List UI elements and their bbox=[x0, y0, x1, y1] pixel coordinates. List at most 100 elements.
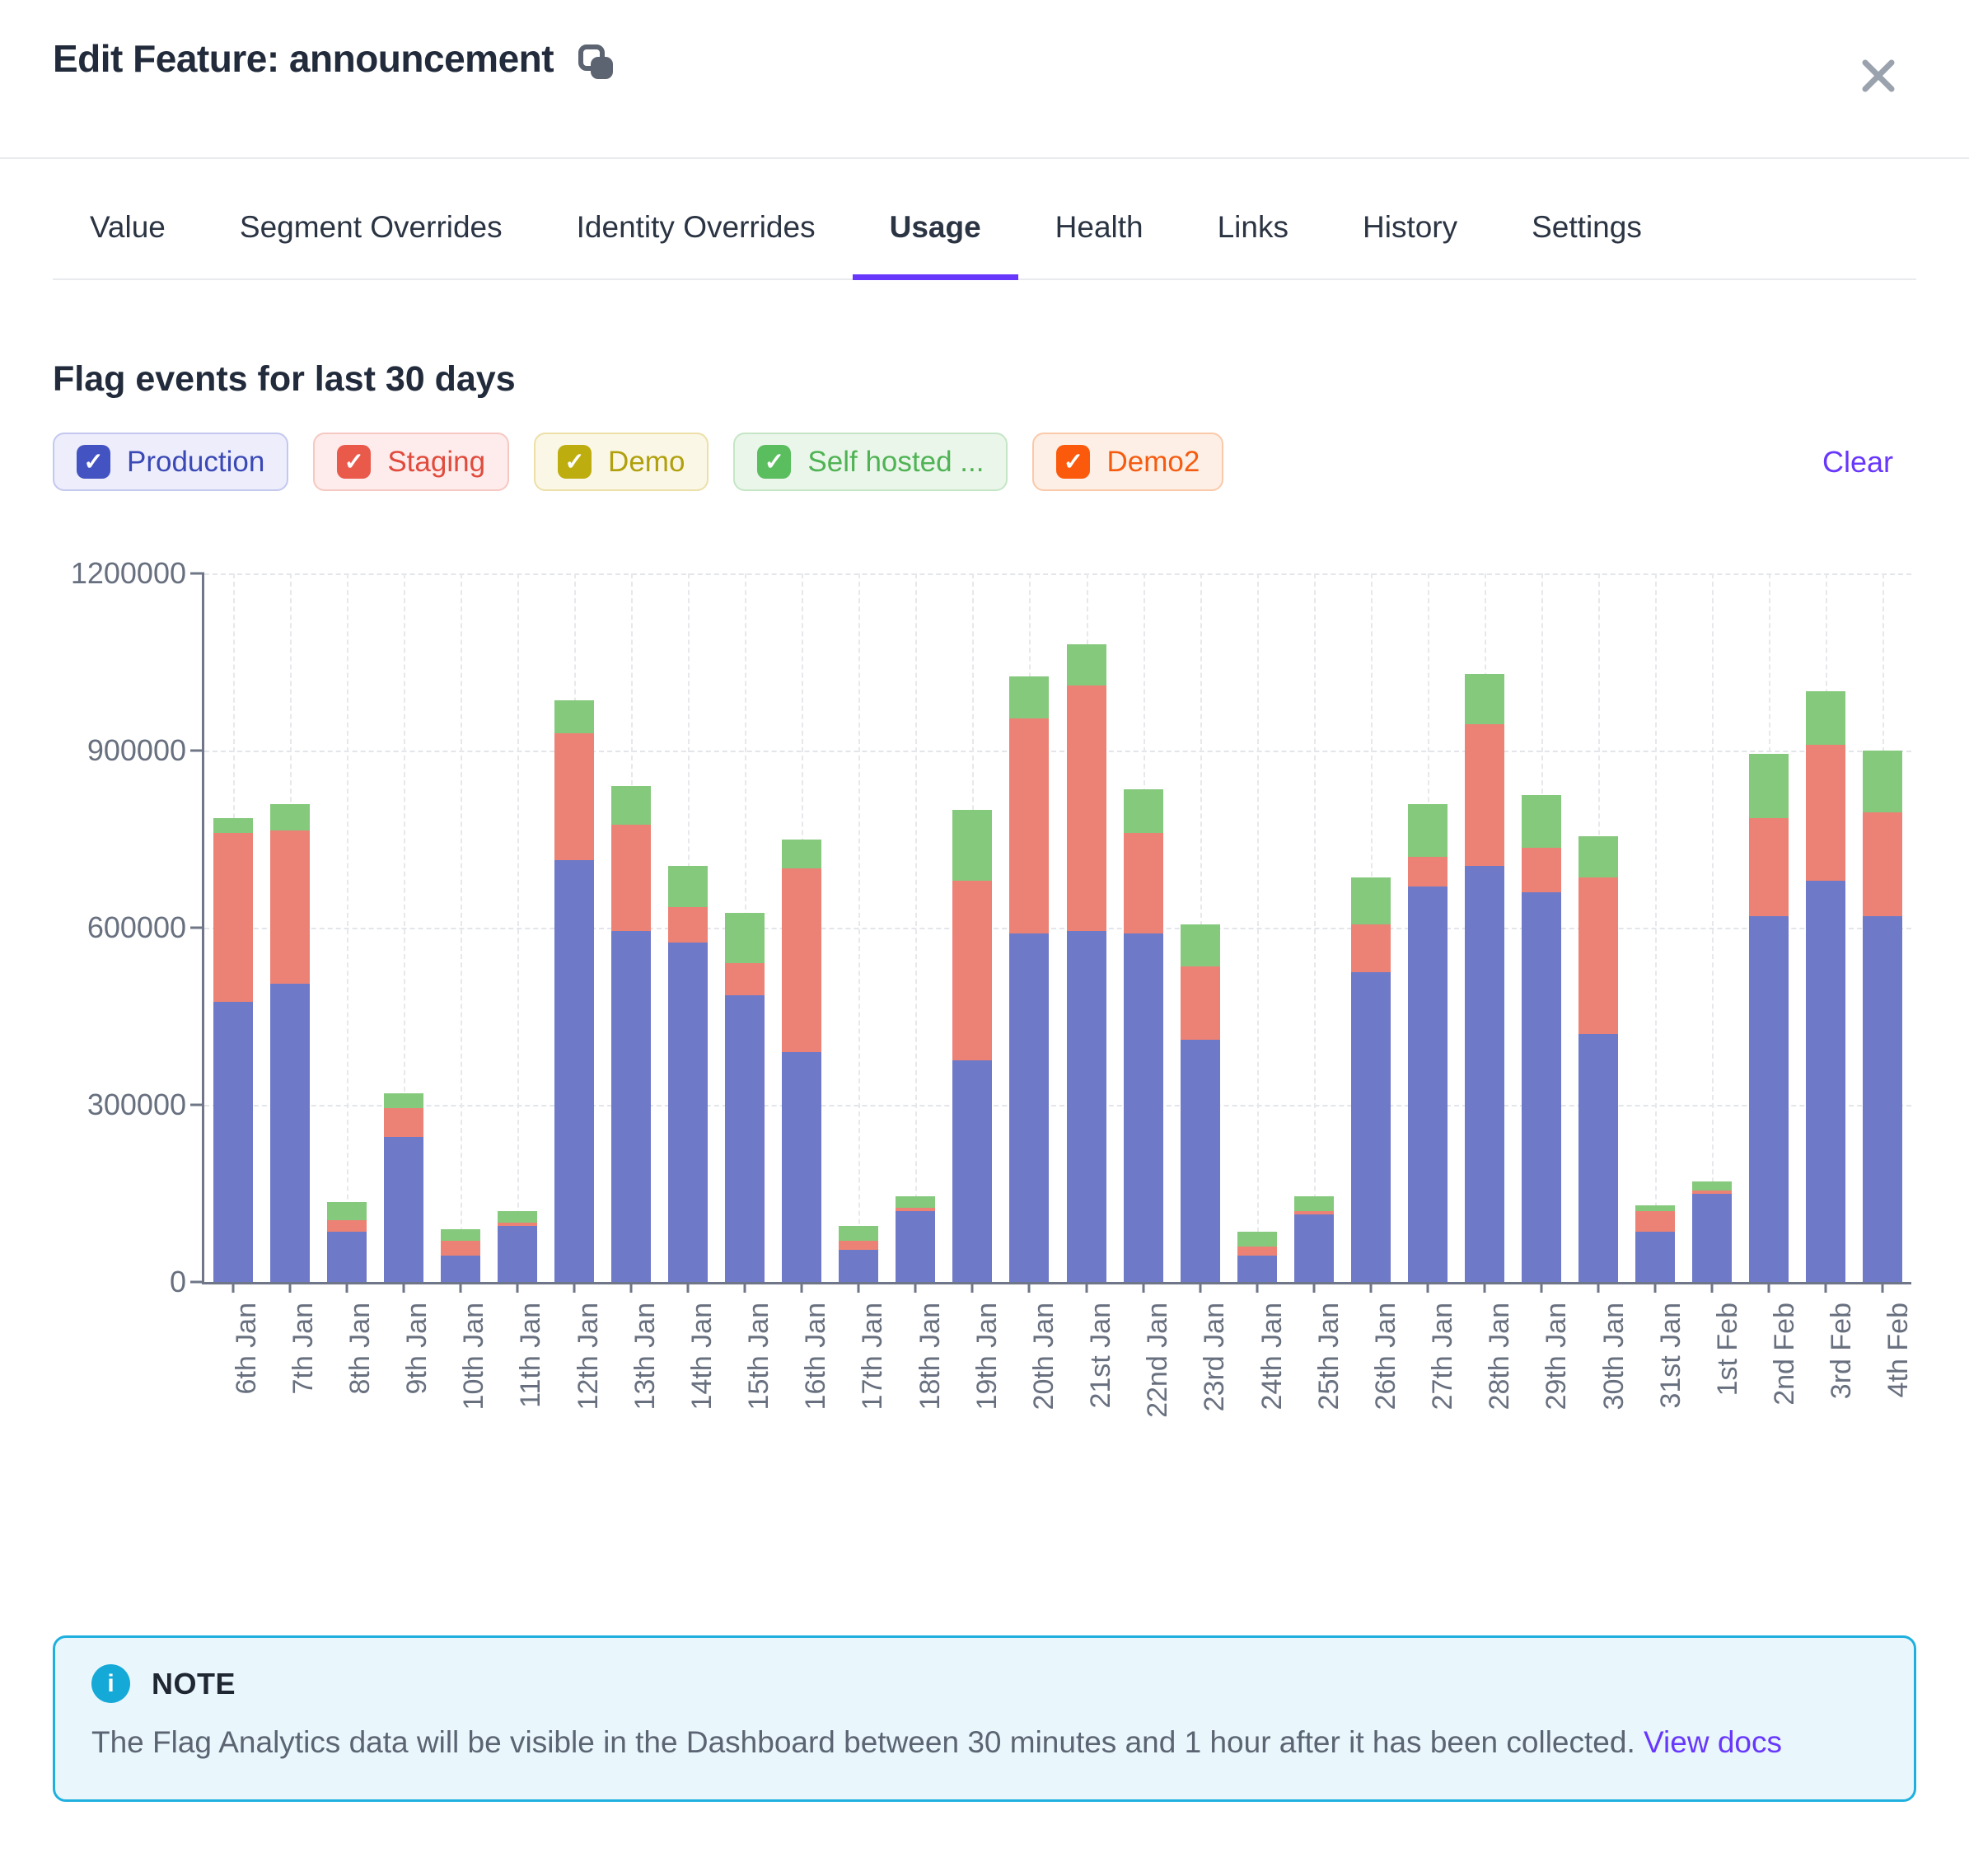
bar-segment-self-hosted[interactable] bbox=[668, 866, 708, 907]
stacked-bar[interactable] bbox=[611, 573, 651, 1282]
stacked-bar[interactable] bbox=[554, 573, 594, 1282]
filter-chip-staging[interactable]: ✓Staging bbox=[313, 433, 509, 491]
bar-segment-production[interactable] bbox=[1465, 866, 1504, 1282]
stacked-bar[interactable] bbox=[839, 573, 878, 1282]
bar-segment-self-hosted[interactable] bbox=[1237, 1232, 1277, 1247]
bar-segment-staging[interactable] bbox=[725, 963, 765, 995]
bar-segment-production[interactable] bbox=[952, 1060, 992, 1282]
bar-segment-staging[interactable] bbox=[441, 1241, 480, 1256]
tab-value[interactable]: Value bbox=[53, 159, 203, 280]
stacked-bar[interactable] bbox=[1522, 573, 1561, 1282]
stacked-bar[interactable] bbox=[668, 573, 708, 1282]
bar-segment-self-hosted[interactable] bbox=[1578, 836, 1618, 877]
stacked-bar[interactable] bbox=[1067, 573, 1106, 1282]
bar-segment-production[interactable] bbox=[1863, 916, 1902, 1282]
bar-segment-production[interactable] bbox=[1067, 931, 1106, 1282]
bar-segment-production[interactable] bbox=[213, 1002, 253, 1282]
copy-icon[interactable] bbox=[577, 43, 616, 82]
bar-segment-staging[interactable] bbox=[1749, 818, 1789, 915]
stacked-bar[interactable] bbox=[1181, 573, 1220, 1282]
bar-segment-self-hosted[interactable] bbox=[1635, 1205, 1675, 1211]
stacked-bar[interactable] bbox=[498, 573, 537, 1282]
bar-segment-self-hosted[interactable] bbox=[1465, 674, 1504, 724]
stacked-bar[interactable] bbox=[1294, 573, 1334, 1282]
bar-segment-production[interactable] bbox=[1522, 892, 1561, 1282]
tab-health[interactable]: Health bbox=[1018, 159, 1181, 280]
bar-segment-staging[interactable] bbox=[1863, 812, 1902, 915]
stacked-bar[interactable] bbox=[441, 573, 480, 1282]
bar-segment-self-hosted[interactable] bbox=[1522, 795, 1561, 849]
bar-segment-production[interactable] bbox=[441, 1256, 480, 1282]
filter-chip-self-hosted[interactable]: ✓Self hosted ... bbox=[733, 433, 1008, 491]
checkbox-checked-icon[interactable]: ✓ bbox=[1056, 445, 1090, 479]
bar-segment-production[interactable] bbox=[1294, 1214, 1334, 1282]
bar-segment-self-hosted[interactable] bbox=[725, 913, 765, 963]
bar-segment-self-hosted[interactable] bbox=[441, 1229, 480, 1241]
bar-segment-staging[interactable] bbox=[1124, 833, 1163, 933]
stacked-bar[interactable] bbox=[327, 573, 367, 1282]
bar-segment-self-hosted[interactable] bbox=[782, 840, 821, 869]
stacked-bar[interactable] bbox=[1465, 573, 1504, 1282]
bar-segment-self-hosted[interactable] bbox=[384, 1093, 423, 1108]
bar-segment-production[interactable] bbox=[270, 984, 310, 1282]
checkbox-checked-icon[interactable]: ✓ bbox=[757, 445, 791, 479]
bar-segment-staging[interactable] bbox=[1181, 966, 1220, 1041]
bar-segment-production[interactable] bbox=[1692, 1194, 1732, 1283]
stacked-bar[interactable] bbox=[1408, 573, 1448, 1282]
bar-segment-staging[interactable] bbox=[1635, 1211, 1675, 1232]
tab-segment-overrides[interactable]: Segment Overrides bbox=[203, 159, 540, 280]
bar-segment-production[interactable] bbox=[1635, 1232, 1675, 1282]
bar-segment-staging[interactable] bbox=[611, 825, 651, 931]
bar-segment-staging[interactable] bbox=[952, 881, 992, 1061]
filter-chip-demo[interactable]: ✓Demo bbox=[534, 433, 709, 491]
bar-segment-self-hosted[interactable] bbox=[327, 1202, 367, 1220]
bar-segment-staging[interactable] bbox=[1351, 924, 1391, 971]
stacked-bar[interactable] bbox=[384, 573, 423, 1282]
clear-filters-link[interactable]: Clear bbox=[1822, 445, 1893, 480]
stacked-bar[interactable] bbox=[1009, 573, 1049, 1282]
bar-segment-self-hosted[interactable] bbox=[1181, 924, 1220, 966]
bar-segment-self-hosted[interactable] bbox=[498, 1211, 537, 1223]
bar-segment-self-hosted[interactable] bbox=[213, 818, 253, 833]
bar-segment-production[interactable] bbox=[839, 1250, 878, 1282]
stacked-bar[interactable] bbox=[1749, 573, 1789, 1282]
bar-segment-staging[interactable] bbox=[213, 833, 253, 1001]
bar-segment-staging[interactable] bbox=[1806, 745, 1845, 881]
bar-segment-staging[interactable] bbox=[270, 830, 310, 984]
bar-segment-self-hosted[interactable] bbox=[611, 786, 651, 825]
stacked-bar[interactable] bbox=[1635, 573, 1675, 1282]
bar-segment-staging[interactable] bbox=[1067, 685, 1106, 930]
bar-segment-production[interactable] bbox=[725, 995, 765, 1282]
bar-segment-production[interactable] bbox=[498, 1226, 537, 1282]
bar-segment-production[interactable] bbox=[1181, 1040, 1220, 1282]
bar-segment-production[interactable] bbox=[782, 1052, 821, 1283]
tab-usage[interactable]: Usage bbox=[853, 159, 1018, 280]
bar-segment-staging[interactable] bbox=[782, 868, 821, 1051]
tab-links[interactable]: Links bbox=[1181, 159, 1326, 280]
bar-segment-staging[interactable] bbox=[839, 1241, 878, 1250]
bar-segment-self-hosted[interactable] bbox=[1351, 877, 1391, 924]
bar-segment-self-hosted[interactable] bbox=[1806, 691, 1845, 745]
stacked-bar[interactable] bbox=[1124, 573, 1163, 1282]
bar-segment-production[interactable] bbox=[668, 943, 708, 1282]
bar-segment-production[interactable] bbox=[1578, 1034, 1618, 1282]
tab-history[interactable]: History bbox=[1326, 159, 1494, 280]
tab-settings[interactable]: Settings bbox=[1494, 159, 1679, 280]
stacked-bar[interactable] bbox=[896, 573, 935, 1282]
stacked-bar[interactable] bbox=[1692, 573, 1732, 1282]
stacked-bar[interactable] bbox=[1863, 573, 1902, 1282]
checkbox-checked-icon[interactable]: ✓ bbox=[558, 445, 592, 479]
bar-segment-production[interactable] bbox=[611, 931, 651, 1282]
bar-segment-staging[interactable] bbox=[668, 907, 708, 943]
bar-segment-self-hosted[interactable] bbox=[1408, 804, 1448, 858]
view-docs-link[interactable]: View docs bbox=[1644, 1725, 1782, 1759]
bar-segment-staging[interactable] bbox=[1578, 877, 1618, 1034]
bar-segment-production[interactable] bbox=[1237, 1256, 1277, 1282]
bar-segment-self-hosted[interactable] bbox=[1009, 676, 1049, 718]
filter-chip-demo2[interactable]: ✓Demo2 bbox=[1032, 433, 1223, 491]
bar-segment-production[interactable] bbox=[554, 860, 594, 1282]
checkbox-checked-icon[interactable]: ✓ bbox=[77, 445, 110, 479]
bar-segment-staging[interactable] bbox=[554, 733, 594, 860]
stacked-bar[interactable] bbox=[1351, 573, 1391, 1282]
bar-segment-self-hosted[interactable] bbox=[896, 1196, 935, 1208]
